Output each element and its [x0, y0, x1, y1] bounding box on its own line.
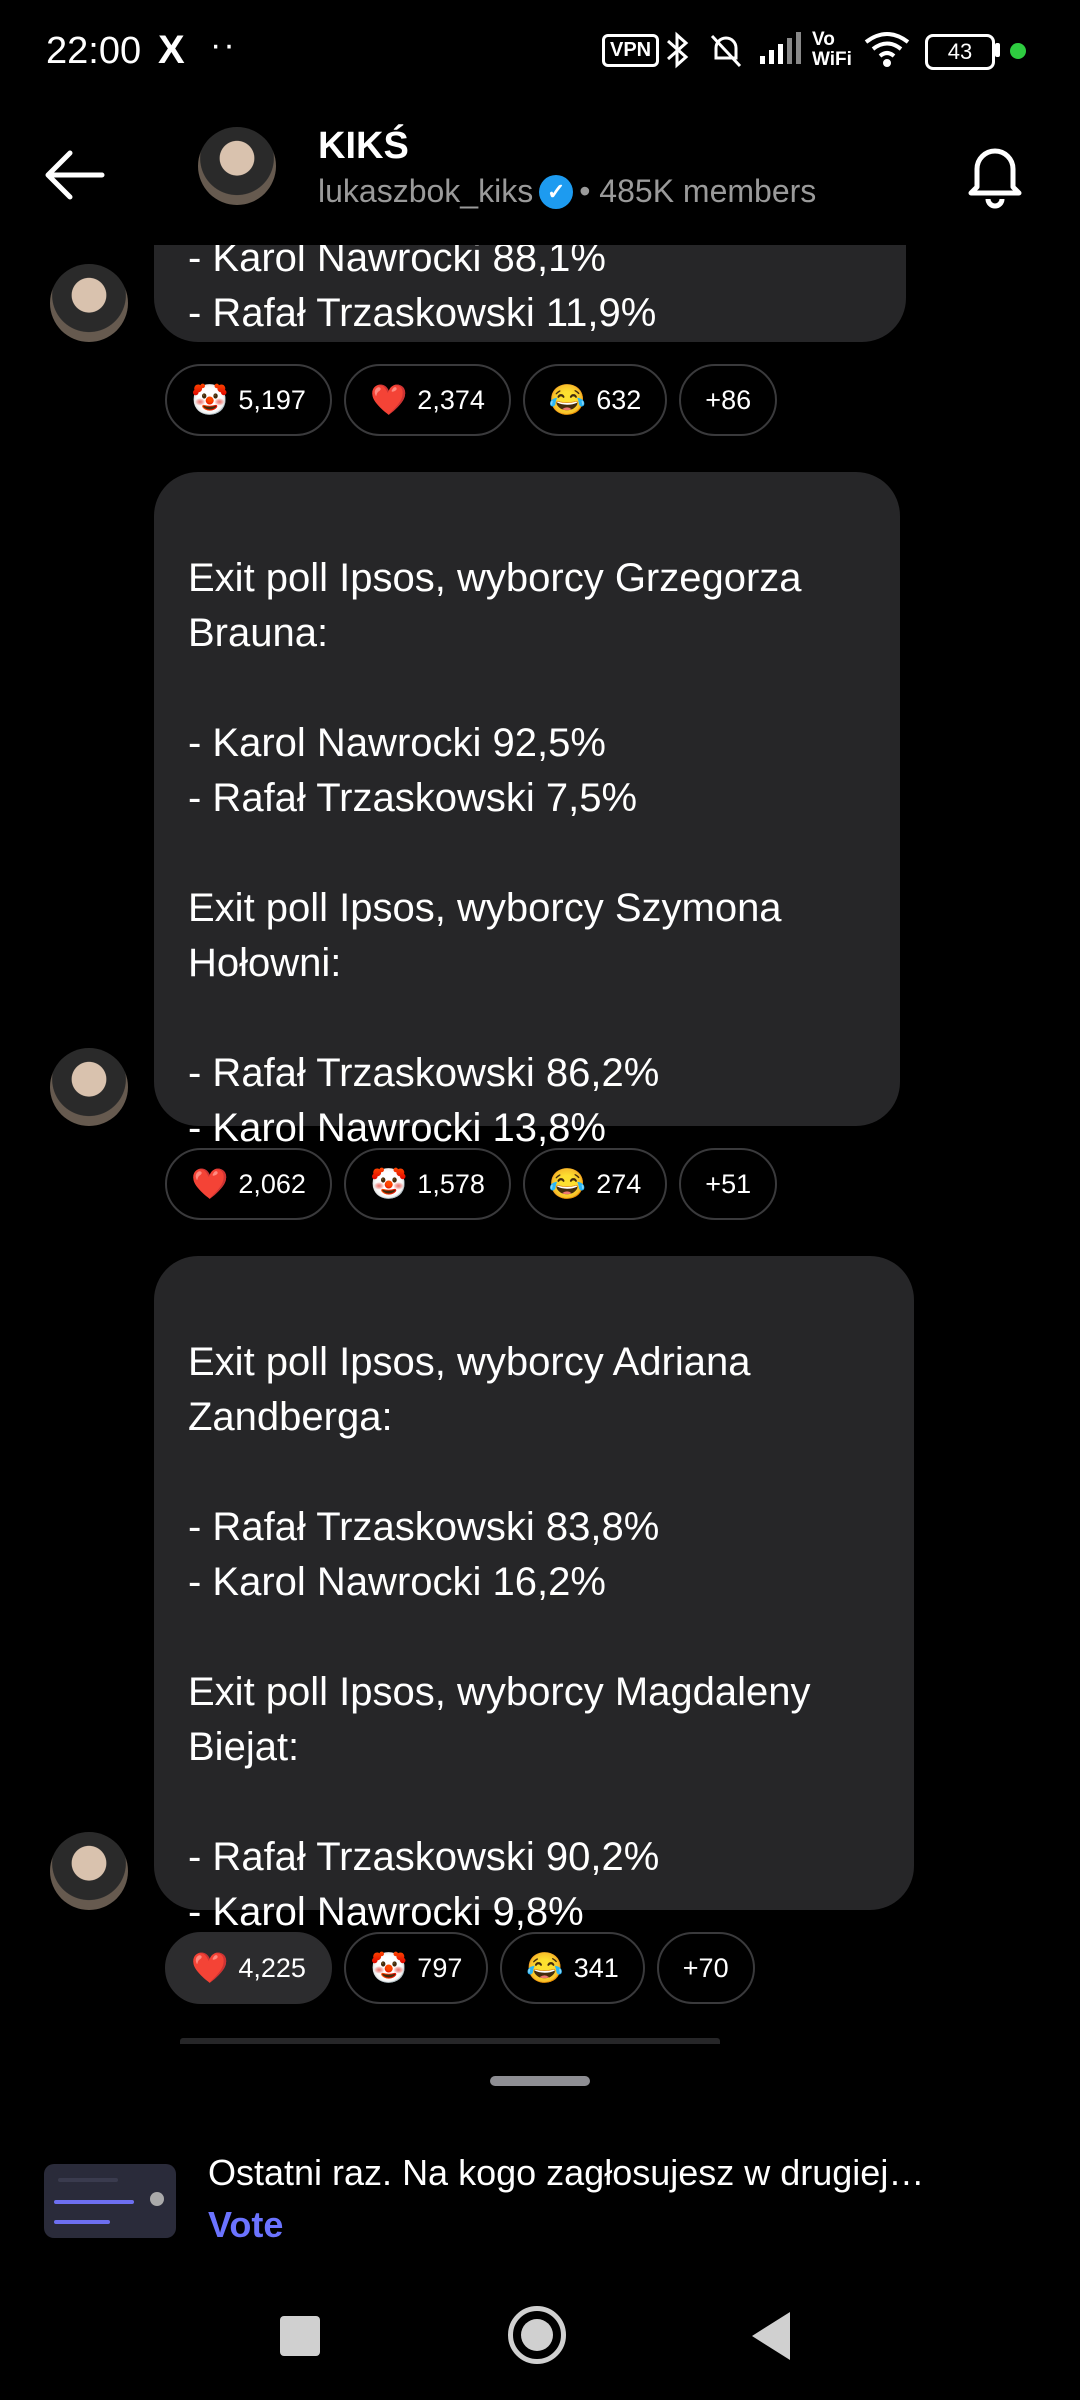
status-bar: 22:00 X ·· VPN Vo WiFi 43: [0, 0, 1080, 105]
reaction-count: +51: [705, 1168, 752, 1199]
reaction-chip[interactable]: 🤡 1,578: [343, 1148, 511, 1220]
battery-tip: [995, 43, 1000, 57]
channel-header: KIKŚ lukaszbok_kiks ✓ • 485K members: [0, 105, 1080, 245]
reactions-bar: ❤️ 4,225 🤡 797 😂 341 +70: [165, 1932, 755, 2004]
x-app-icon: X: [158, 28, 185, 72]
more-reactions-chip[interactable]: +70: [656, 1932, 755, 2004]
poll-thumbnail: [44, 2164, 176, 2238]
sender-avatar[interactable]: [50, 264, 128, 342]
home-button[interactable]: [508, 2306, 566, 2364]
more-reactions-chip[interactable]: +86: [679, 364, 778, 436]
message-text: Exit poll Ipsos, wyborcy Grzegorza Braun…: [188, 556, 802, 1150]
sheet-drag-handle[interactable]: [490, 2076, 590, 2086]
more-notifications-icon: ··: [210, 26, 237, 64]
message-bubble[interactable]: Exit poll Ipsos, wyborcy Grzegorza Braun…: [154, 472, 900, 1150]
reaction-count: 632: [596, 384, 642, 415]
more-reactions-chip[interactable]: +51: [679, 1148, 778, 1220]
clown-emoji-icon: 🤡: [369, 1167, 408, 1201]
bell-icon: [968, 148, 1022, 209]
laughing-emoji-icon: 😂: [548, 383, 587, 417]
message-text: - Karol Nawrocki 88,1% - Rafał Trzaskows…: [188, 236, 657, 335]
channel-name[interactable]: KIKŚ: [318, 125, 409, 168]
reactions-bar: 🤡 5,197 ❤️ 2,374 😂 632 +86: [165, 364, 778, 436]
reaction-count: 2,374: [417, 384, 485, 415]
poll-title: Ostatni raz. Na kogo zagłosujesz w drugi…: [208, 2152, 925, 2193]
bluetooth-icon: [664, 30, 692, 79]
message-bubble[interactable]: Exit poll Ipsos, wyborcy Adriana Zandber…: [154, 1256, 914, 1934]
heart-emoji-icon: ❤️: [191, 1167, 229, 1201]
reaction-chip[interactable]: ❤️ 2,374: [343, 364, 511, 436]
reaction-chip-selected[interactable]: ❤️ 4,225: [165, 1932, 332, 2004]
sender-avatar[interactable]: [50, 1048, 128, 1126]
vowifi-icon: Vo WiFi: [812, 29, 852, 70]
reaction-count: +86: [705, 384, 752, 415]
reaction-chip[interactable]: 😂 274: [522, 1148, 668, 1220]
reaction-chip[interactable]: 🤡 797: [343, 1932, 489, 2004]
heart-emoji-icon: ❤️: [191, 1951, 229, 1985]
reaction-count: +70: [682, 1952, 729, 1983]
mute-bell-icon: [706, 30, 746, 79]
back-arrow-icon: [45, 150, 105, 200]
clown-emoji-icon: 🤡: [191, 383, 229, 417]
reactions-bar: ❤️ 2,062 🤡 1,578 😂 274 +51: [165, 1148, 778, 1220]
channel-username: lukaszbok_kiks: [318, 173, 534, 209]
laughing-emoji-icon: 😂: [548, 1167, 587, 1201]
reaction-chip[interactable]: 😂 632: [522, 364, 668, 436]
verified-badge-icon: ✓: [539, 174, 574, 209]
channel-subtitle: lukaszbok_kiks ✓ • 485K members: [318, 173, 816, 210]
signal-icon: [758, 30, 806, 75]
reaction-chip[interactable]: ❤️ 2,062: [165, 1148, 332, 1220]
battery-icon: 43: [925, 34, 995, 70]
next-message-edge: [180, 2038, 720, 2044]
reaction-chip[interactable]: 🤡 5,197: [165, 364, 332, 436]
wifi-icon: [862, 30, 912, 77]
recents-button[interactable]: [280, 2316, 320, 2356]
reaction-chip[interactable]: 😂 341: [500, 1932, 645, 2004]
reaction-count: 341: [573, 1952, 619, 1983]
laughing-emoji-icon: 😂: [526, 1951, 564, 1985]
pinned-poll[interactable]: Ostatni raz. Na kogo zagłosujesz w drugi…: [0, 2120, 1080, 2280]
clown-emoji-icon: 🤡: [369, 1951, 408, 1985]
vpn-icon: VPN: [602, 34, 660, 67]
privacy-indicator: [1010, 43, 1026, 59]
vote-link[interactable]: Vote: [208, 2204, 283, 2246]
heart-emoji-icon: ❤️: [369, 383, 408, 417]
message-text: Exit poll Ipsos, wyborcy Adriana Zandber…: [188, 1340, 811, 1934]
reaction-count: 4,225: [238, 1952, 306, 1983]
reaction-count: 5,197: [238, 384, 306, 415]
back-nav-button[interactable]: [752, 2312, 790, 2360]
member-count: • 485K members: [579, 173, 817, 209]
reaction-count: 2,062: [238, 1168, 306, 1199]
reaction-count: 274: [596, 1168, 642, 1199]
clock: 22:00: [46, 30, 142, 72]
channel-avatar[interactable]: [198, 127, 276, 205]
system-nav-bar: [0, 2280, 1080, 2400]
reaction-count: 797: [417, 1952, 463, 1983]
notifications-button[interactable]: [955, 133, 1035, 213]
back-button[interactable]: [40, 135, 120, 215]
reaction-count: 1,578: [417, 1168, 485, 1199]
sender-avatar[interactable]: [50, 1832, 128, 1910]
